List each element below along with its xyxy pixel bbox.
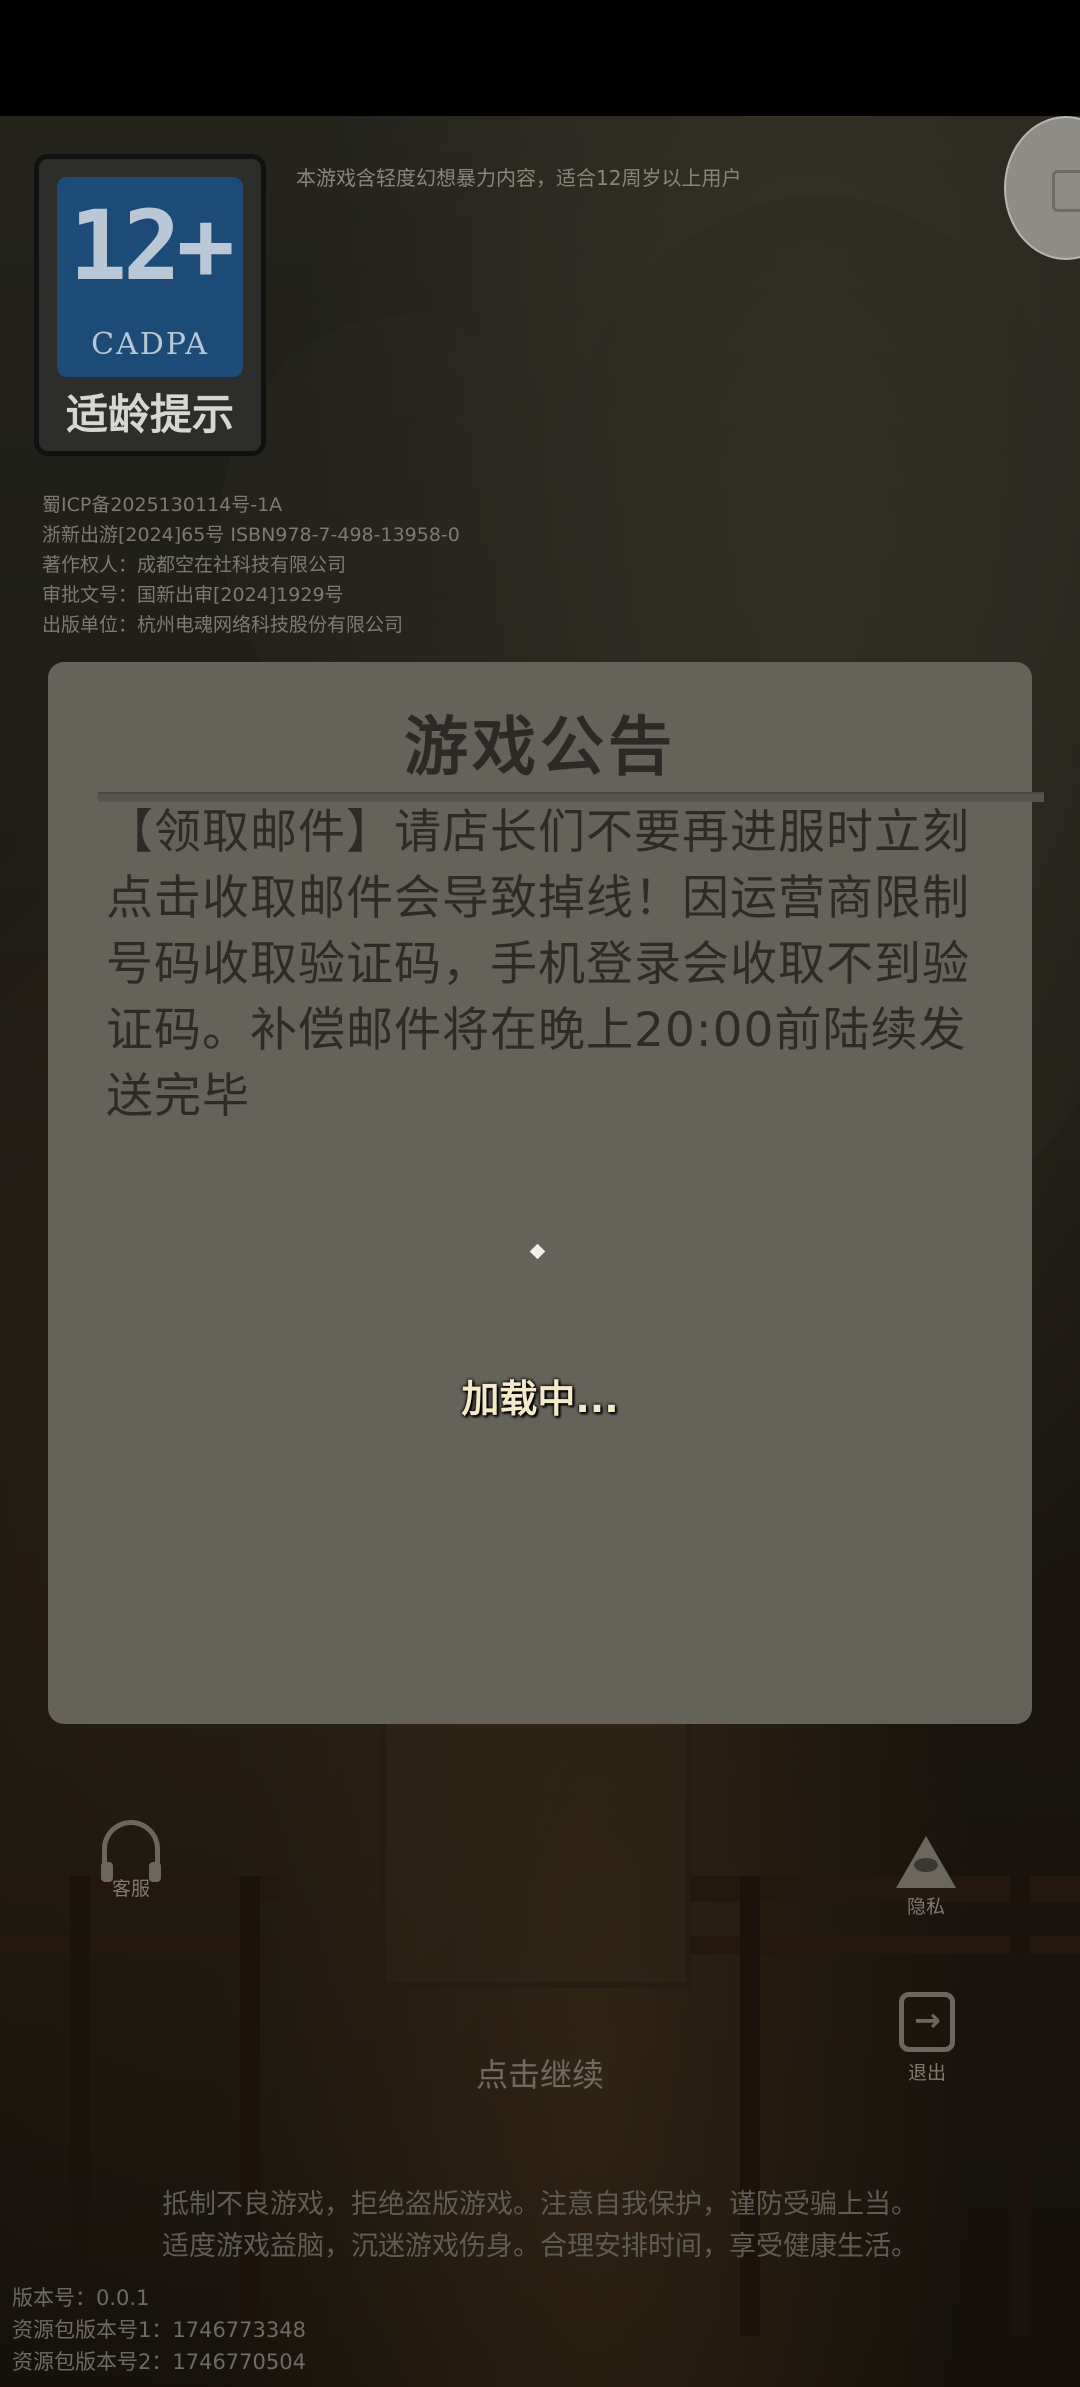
content-rating-text: 本游戏含轻度幻想暴力内容，适合12周岁以上用户 — [296, 166, 742, 190]
license-line: 蜀ICP备2025130114号-1A — [42, 494, 283, 516]
app-version: 版本号：0.0.1 — [12, 2286, 150, 2310]
notice-body: 【领取邮件】请店长们不要再进服时立刻点击收取邮件会导致掉线！因运营商限制号码收取… — [106, 805, 970, 1124]
age-rating-org: CADPA — [91, 327, 209, 362]
support-button[interactable]: 客服 — [92, 1820, 170, 1901]
status-bar — [0, 0, 1080, 116]
age-rating-badge: 12+ CADPA 适龄提示 — [34, 154, 266, 456]
license-info: 蜀ICP备2025130114号-1A 浙新出游[2024]65号 ISBN97… — [42, 490, 460, 640]
license-line: 审批文号：国新出审[2024]1929号 — [42, 584, 344, 606]
health-gaming-notice: 抵制不良游戏，拒绝盗版游戏。注意自我保护，谨防受骗上当。 适度游戏益脑，沉迷游戏… — [0, 2184, 1080, 2268]
assistant-icon — [1052, 170, 1080, 212]
privacy-label: 隐私 — [906, 1896, 945, 1918]
privacy-button[interactable]: 隐私 — [886, 1836, 966, 1919]
loading-spinner-icon — [529, 1243, 546, 1260]
health-notice-line: 适度游戏益脑，沉迷游戏伤身。合理安排时间，享受健康生活。 — [162, 2231, 918, 2262]
license-line: 出版单位：杭州电魂网络科技股份有限公司 — [42, 614, 404, 636]
notice-dialog: 游戏公告 【领取邮件】请店长们不要再进服时立刻点击收取邮件会导致掉线！因运营商限… — [48, 662, 1044, 1724]
license-line: 浙新出游[2024]65号 ISBN978-7-498-13958-0 — [42, 524, 460, 546]
resource-version-1: 资源包版本号1：1746773348 — [12, 2318, 306, 2342]
age-rating-number: 12+ — [69, 190, 234, 302]
health-notice-line: 抵制不良游戏，拒绝盗版游戏。注意自我保护，谨防受骗上当。 — [162, 2189, 918, 2220]
notice-title: 游戏公告 — [404, 711, 676, 785]
exit-icon — [899, 1992, 955, 2052]
age-rating-label: 适龄提示 — [65, 390, 234, 439]
age-rating-icon: 12+ CADPA — [57, 177, 243, 377]
tap-to-continue[interactable]: 点击继续 — [0, 2050, 1080, 2096]
license-line: 著作权人：成都空在社科技有限公司 — [42, 554, 347, 576]
headset-icon — [101, 1820, 161, 1882]
loading-text: 加载中... — [461, 1377, 619, 1421]
eye-triangle-icon — [896, 1836, 956, 1888]
resource-version-2: 资源包版本号2：1746770504 — [12, 2350, 306, 2374]
version-info: 版本号：0.0.1 资源包版本号1：1746773348 资源包版本号2：174… — [12, 2282, 306, 2378]
